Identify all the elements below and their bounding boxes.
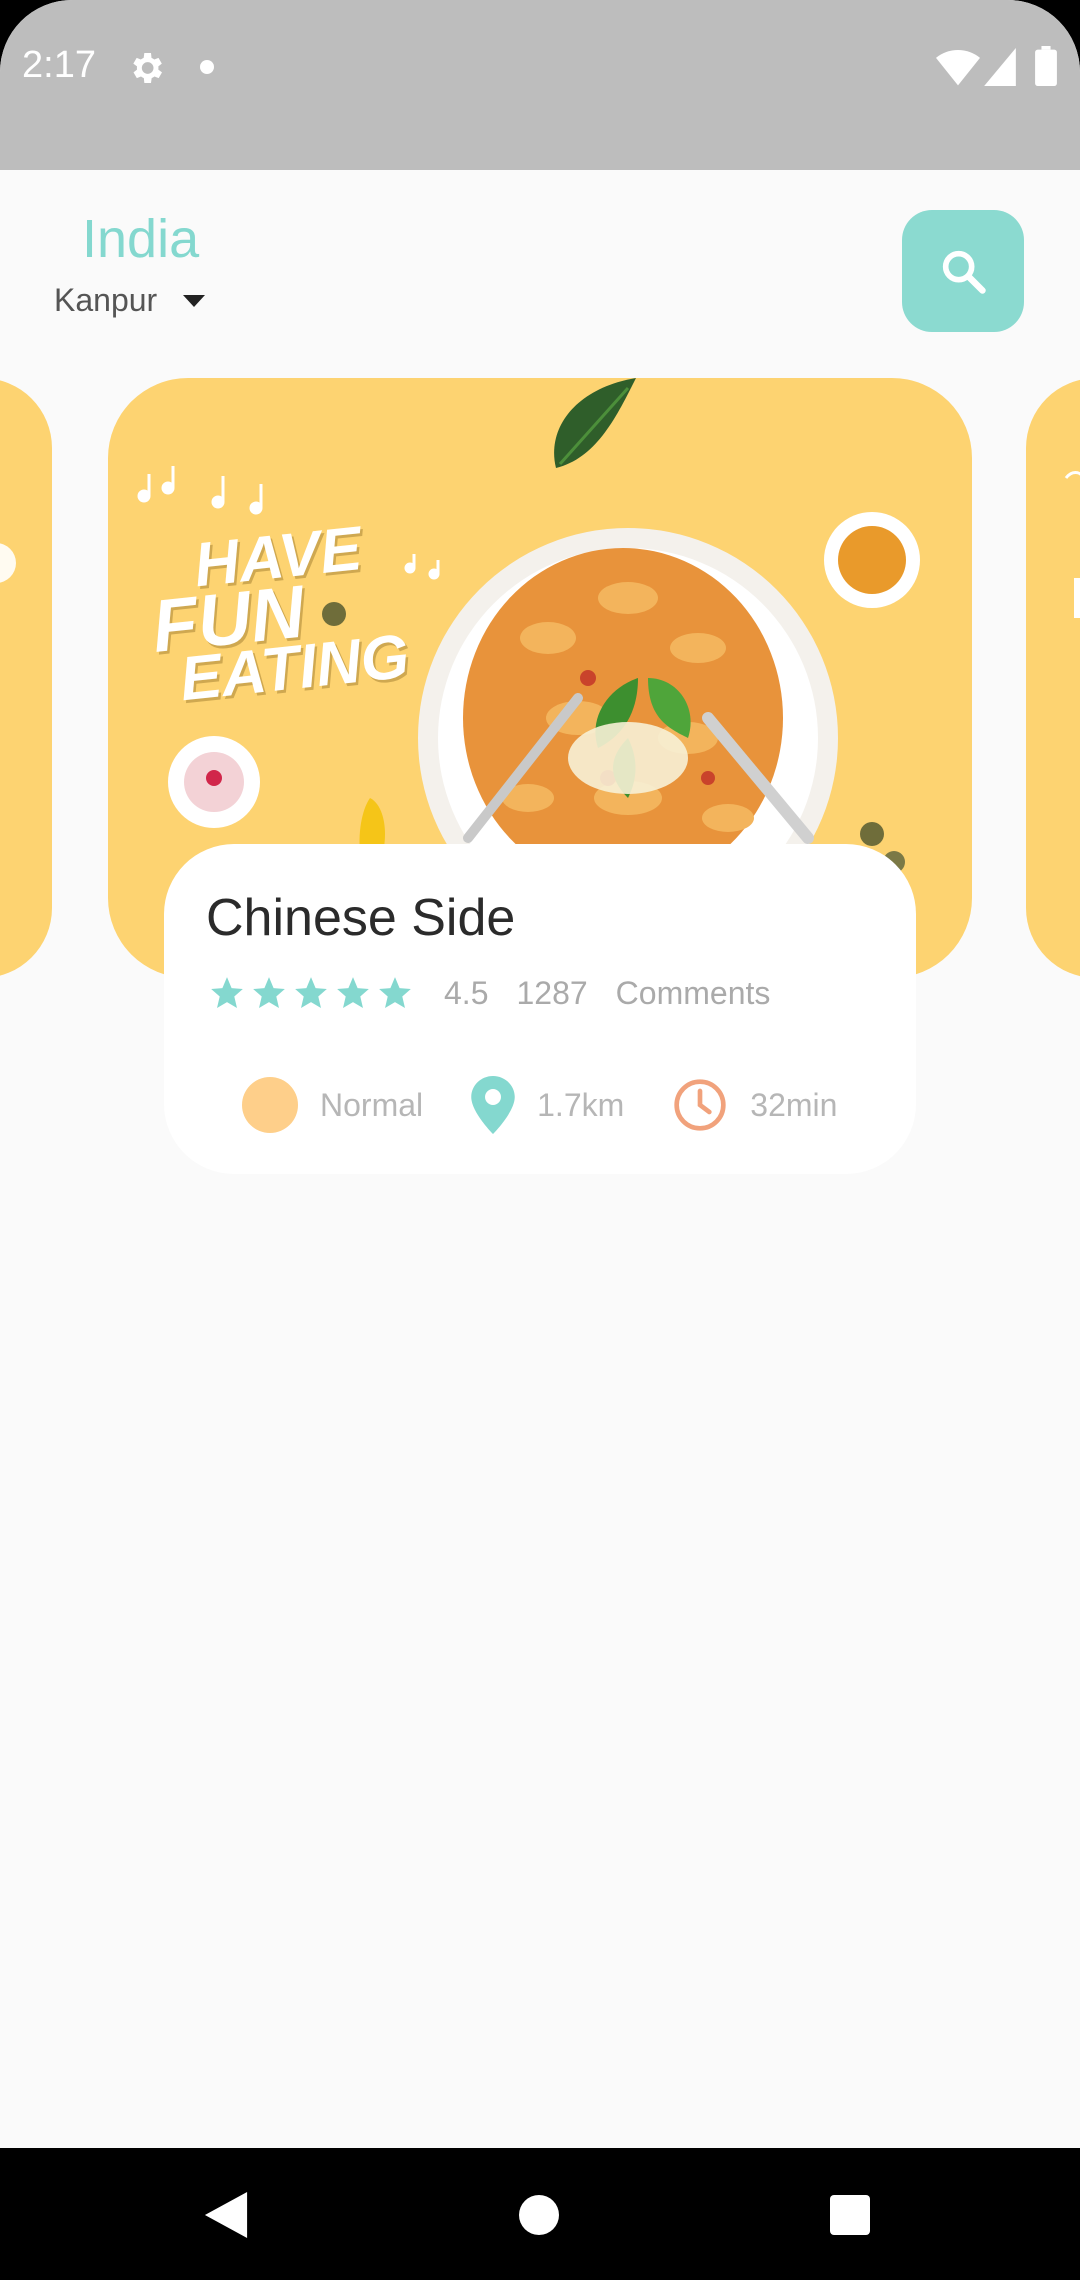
- level-item: Normal: [242, 1077, 423, 1133]
- banner-image-partial: [0, 543, 16, 583]
- carousel-card-previous[interactable]: [0, 378, 52, 978]
- country-label: India: [82, 209, 200, 269]
- caret-down-icon: [183, 294, 206, 307]
- comments-link[interactable]: Comments: [616, 975, 771, 1012]
- rating-value: 4.5: [444, 974, 489, 1011]
- rating-stars: [208, 974, 414, 1012]
- recent-apps-icon[interactable]: [830, 2195, 870, 2235]
- location-pin-icon: [471, 1076, 515, 1134]
- notification-dot-icon: [200, 60, 214, 74]
- star-icon: [379, 977, 411, 1009]
- banner-image-partial: [1064, 471, 1080, 618]
- settings-icon: [133, 53, 162, 83]
- restaurant-info-card[interactable]: Chinese Side 4.5 1287 Comments Normal 1.…: [164, 844, 916, 1174]
- star-icon: [295, 977, 327, 1009]
- battery-icon: [1035, 46, 1057, 86]
- time-item: 32min: [672, 1077, 837, 1133]
- status-time: 2:17: [22, 44, 96, 86]
- home-icon[interactable]: [519, 2195, 559, 2235]
- search-button[interactable]: [902, 210, 1024, 332]
- star-icon: [337, 977, 369, 1009]
- restaurant-title: Chinese Side: [206, 889, 516, 947]
- signal-icon: [984, 48, 1016, 86]
- status-bar: 2:17: [0, 0, 1080, 170]
- city-selector[interactable]: Kanpur: [54, 282, 206, 319]
- wifi-icon: [936, 50, 980, 86]
- rating-row: 4.5 1287 Comments: [208, 974, 770, 1012]
- app-screen: 2:17 India Kanpur HAVE FUN EATING Chines…: [0, 0, 1080, 2280]
- distance-label: 1.7km: [537, 1086, 625, 1123]
- clock-icon: [674, 1079, 726, 1131]
- meta-row: Normal 1.7km 32min: [242, 1076, 837, 1134]
- star-icon: [253, 977, 285, 1009]
- carousel-card-next[interactable]: [1026, 378, 1080, 978]
- star-icon: [211, 977, 243, 1009]
- comment-count: 1287: [516, 974, 588, 1011]
- system-nav-bar: [0, 2148, 1080, 2280]
- level-dot-icon: [242, 1077, 298, 1133]
- distance-item: 1.7km: [471, 1076, 624, 1134]
- search-icon: [942, 250, 986, 294]
- level-label: Normal: [320, 1086, 424, 1123]
- time-label: 32min: [750, 1086, 838, 1123]
- banner-slogan: HAVE FUN EATING: [144, 514, 412, 714]
- city-label: Kanpur: [54, 282, 158, 318]
- back-icon[interactable]: [204, 2192, 248, 2238]
